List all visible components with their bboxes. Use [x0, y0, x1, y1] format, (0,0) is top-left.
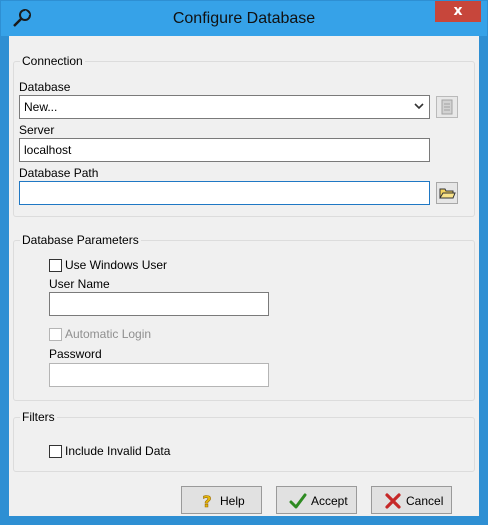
svg-text:?: ?	[202, 492, 211, 510]
database-properties-button[interactable]	[436, 96, 458, 118]
database-path-input[interactable]	[19, 181, 430, 205]
dialog-body: Connection Database New... Server Databa…	[9, 36, 479, 516]
help-button[interactable]: ? Help	[181, 486, 262, 514]
cancel-button[interactable]: Cancel	[371, 486, 452, 514]
filters-group-label: Filters	[22, 410, 55, 424]
database-select-value: New...	[24, 100, 58, 114]
title-bar[interactable]: Configure Database x	[1, 1, 487, 36]
use-windows-user-checkbox[interactable]	[49, 259, 62, 272]
server-label: Server	[19, 123, 55, 137]
use-windows-user-label: Use Windows User	[65, 258, 168, 272]
cancel-x-icon	[385, 493, 401, 509]
accept-button-label: Accept	[311, 494, 348, 508]
folder-open-icon	[439, 188, 456, 199]
automatic-login-label: Automatic Login	[65, 327, 152, 341]
user-name-input[interactable]	[49, 292, 269, 316]
database-parameters-group-label: Database Parameters	[22, 233, 139, 247]
include-invalid-data-label: Include Invalid Data	[65, 444, 171, 458]
database-path-label: Database Path	[19, 166, 99, 180]
help-button-label: Help	[220, 494, 245, 508]
connection-group-label: Connection	[22, 54, 83, 68]
user-name-label: User Name	[49, 277, 110, 291]
database-select[interactable]: New...	[19, 95, 430, 119]
close-button[interactable]: x	[435, 1, 481, 22]
accept-button[interactable]: Accept	[276, 486, 357, 514]
password-input[interactable]	[49, 363, 269, 387]
checkmark-icon	[289, 493, 307, 509]
database-label: Database	[19, 80, 71, 94]
password-label: Password	[49, 347, 102, 361]
filters-group: Filters	[13, 410, 475, 472]
include-invalid-data-checkbox[interactable]	[49, 445, 62, 458]
window-title: Configure Database	[172, 10, 316, 27]
help-question-icon: ?	[202, 492, 212, 510]
chevron-down-icon	[414, 103, 424, 110]
configure-database-dialog: Configure Database x Connection Database…	[0, 0, 488, 525]
automatic-login-checkbox[interactable]	[49, 328, 62, 341]
database-settings-icon	[441, 99, 453, 115]
cancel-button-label: Cancel	[406, 494, 444, 508]
server-input[interactable]	[19, 138, 430, 162]
browse-folder-button[interactable]	[436, 182, 458, 204]
